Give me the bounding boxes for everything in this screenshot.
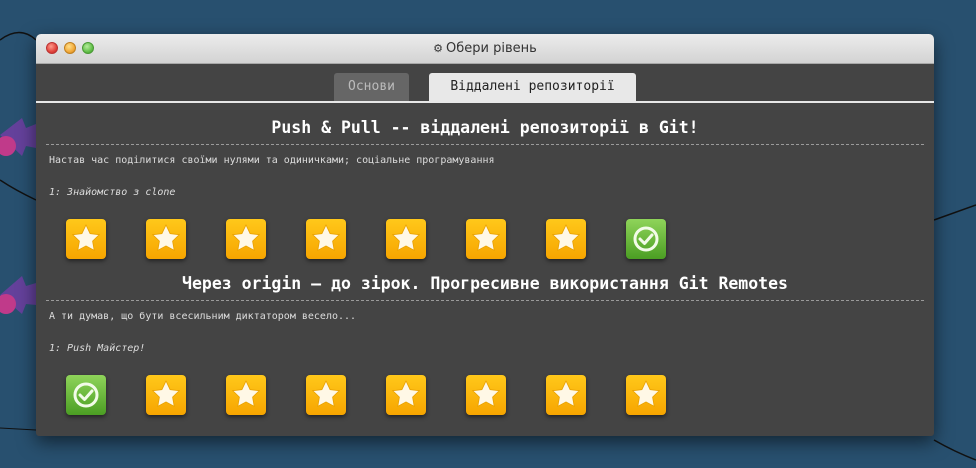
section-title: Через origin – до зірок. Прогресивне вик… bbox=[182, 274, 788, 293]
level-completed-button[interactable] bbox=[626, 219, 666, 259]
tab-underline bbox=[36, 101, 934, 103]
star-icon bbox=[151, 380, 181, 408]
level-button[interactable] bbox=[146, 219, 186, 259]
level-button[interactable] bbox=[226, 219, 266, 259]
star-icon bbox=[311, 380, 341, 408]
star-icon bbox=[471, 380, 501, 408]
title-bar: ⚙ Обери рівень bbox=[36, 34, 934, 64]
divider bbox=[46, 144, 924, 145]
star-icon bbox=[231, 224, 261, 252]
star-icon bbox=[71, 224, 101, 252]
tab-basics[interactable]: Основи bbox=[334, 73, 409, 101]
level-completed-button[interactable] bbox=[66, 375, 106, 415]
section-description: Настав час поділитися своїми нулями та о… bbox=[49, 155, 495, 166]
level-button[interactable] bbox=[546, 219, 586, 259]
level-button[interactable] bbox=[226, 375, 266, 415]
level-button[interactable] bbox=[66, 219, 106, 259]
star-icon bbox=[551, 380, 581, 408]
divider bbox=[46, 300, 924, 301]
level-button[interactable] bbox=[546, 375, 586, 415]
star-icon bbox=[631, 380, 661, 408]
star-icon bbox=[551, 224, 581, 252]
selected-level-label: 1: Знайомство з clone bbox=[49, 187, 176, 198]
level-button[interactable] bbox=[386, 219, 426, 259]
level-select-window: ⚙ Обери рівень Основи Віддалені репозитор… bbox=[36, 34, 934, 436]
star-icon bbox=[471, 224, 501, 252]
section-description: А ти думав, що бути всесильним диктаторо… bbox=[49, 311, 357, 322]
check-icon bbox=[73, 382, 99, 408]
level-button[interactable] bbox=[626, 375, 666, 415]
level-button[interactable] bbox=[306, 375, 346, 415]
level-button[interactable] bbox=[146, 375, 186, 415]
level-button[interactable] bbox=[466, 375, 506, 415]
star-icon bbox=[151, 224, 181, 252]
window-title: ⚙ Обери рівень bbox=[433, 41, 537, 56]
section-title: Push & Pull -- віддалені репозиторії в G… bbox=[271, 118, 699, 137]
selected-level-label: 1: Push Майстер! bbox=[49, 343, 146, 354]
star-icon bbox=[231, 380, 261, 408]
check-icon bbox=[633, 226, 659, 252]
star-icon bbox=[391, 380, 421, 408]
level-button[interactable] bbox=[306, 219, 346, 259]
star-icon bbox=[391, 224, 421, 252]
level-button[interactable] bbox=[466, 219, 506, 259]
tab-remote-repositories[interactable]: Віддалені репозиторії bbox=[429, 73, 636, 101]
star-icon bbox=[311, 224, 341, 252]
gear-icon: ⚙ bbox=[433, 42, 444, 55]
level-button[interactable] bbox=[386, 375, 426, 415]
tab-bar: Основи Віддалені репозиторії bbox=[36, 73, 934, 102]
